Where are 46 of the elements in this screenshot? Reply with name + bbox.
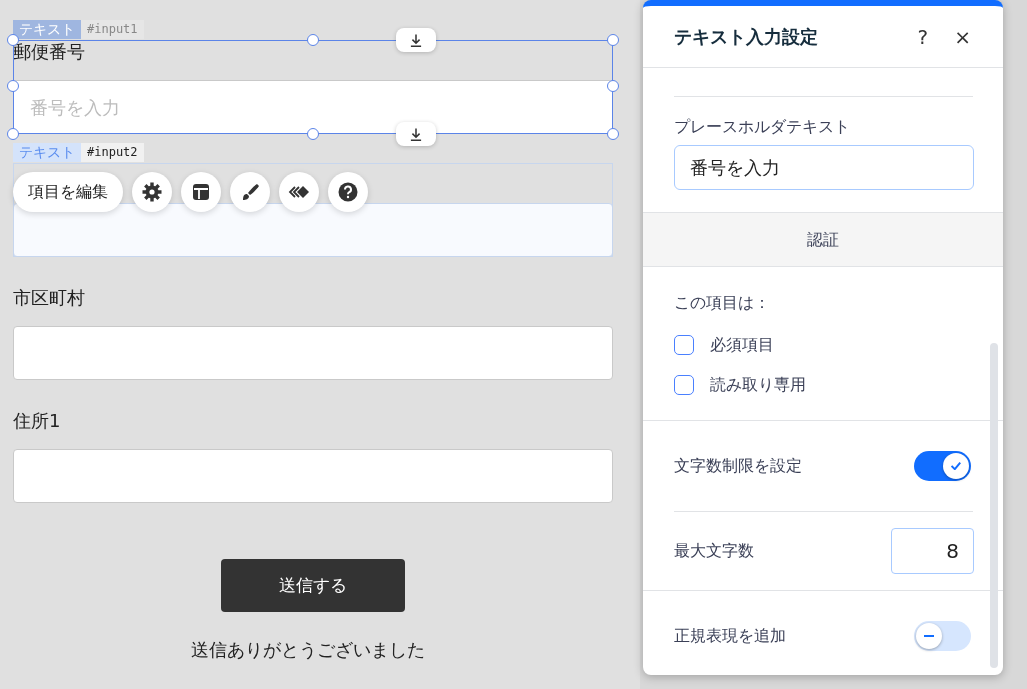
submit-button[interactable]: 送信する (221, 559, 405, 612)
checkbox-label: 読み取り専用 (710, 374, 806, 396)
help-icon (337, 181, 359, 203)
minus-icon (924, 635, 934, 637)
number-input[interactable]: 8 (891, 528, 974, 574)
scrollbar[interactable] (990, 343, 998, 668)
toggle-switch[interactable] (914, 621, 971, 651)
text-input[interactable] (13, 326, 613, 380)
field-label: 住所1 (13, 409, 62, 433)
anchor-button[interactable] (396, 28, 436, 52)
field-type-tag: テキスト (13, 143, 81, 162)
close-button[interactable]: × (946, 21, 979, 52)
check-icon (951, 462, 961, 470)
setting-label: 正規表現を追加 (674, 625, 786, 647)
edit-button[interactable]: 項目を編集 (13, 172, 123, 212)
panel-title: テキスト入力設定 (674, 25, 819, 49)
layout-icon (190, 181, 212, 203)
download-icon (410, 33, 422, 47)
section-header: 認証 (643, 212, 1003, 267)
resize-handle[interactable] (307, 34, 319, 46)
field-type-tag: テキスト (13, 20, 81, 39)
setting-label: 文字数制限を設定 (674, 455, 802, 477)
text-input[interactable] (13, 449, 613, 503)
toggle-switch[interactable] (914, 451, 971, 481)
resize-handle[interactable] (7, 80, 19, 92)
field-label: 市区町村 (13, 286, 86, 310)
field-label: 郵便番号 (13, 40, 86, 64)
placeholder-input[interactable]: 番号を入力 (674, 145, 974, 190)
resize-handle[interactable] (607, 128, 619, 140)
setting-label: 最大文字数 (674, 540, 754, 562)
checkbox-label: 必須項目 (710, 334, 774, 356)
text-input[interactable]: 番号を入力 (13, 80, 613, 134)
field-id-tag: #input2 (81, 143, 144, 162)
resize-handle[interactable] (607, 34, 619, 46)
field-id-tag: #input1 (81, 20, 144, 39)
download-icon (410, 127, 422, 141)
settings-icon (141, 181, 163, 203)
checks-label: この項目は： (674, 292, 771, 314)
resize-handle[interactable] (7, 128, 19, 140)
text-input[interactable] (13, 203, 613, 257)
checkbox[interactable] (674, 375, 694, 395)
help-button[interactable]: ? (909, 21, 937, 52)
placeholder-label: プレースホルダテキスト (674, 116, 851, 138)
checkbox[interactable] (674, 335, 694, 355)
anchor-button[interactable] (396, 122, 436, 146)
success-message: 送信ありがとうございました (191, 638, 426, 662)
